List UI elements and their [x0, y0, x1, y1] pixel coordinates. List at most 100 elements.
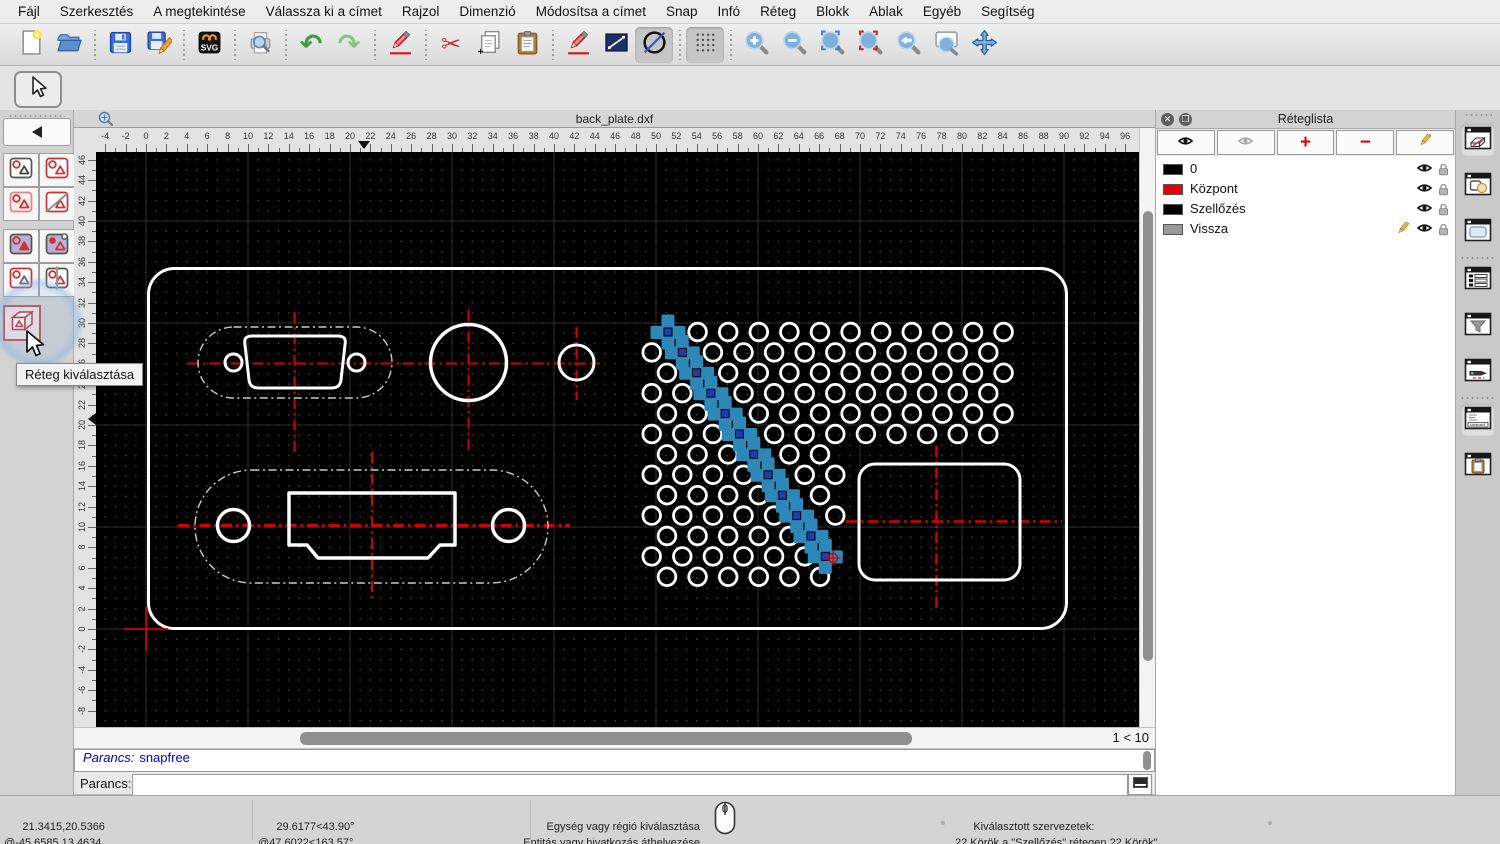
clipboard-panel-dock-button[interactable] — [1461, 450, 1495, 482]
zoom-pan-button[interactable] — [965, 27, 1003, 63]
menu-modosotsa-a-comet[interactable]: Módosítsa a címet — [526, 4, 656, 19]
layer-color-swatch — [1163, 203, 1183, 215]
zoom-selection-button[interactable] — [851, 27, 889, 63]
layer-lock-icon[interactable] — [1438, 183, 1449, 199]
menu-info[interactable]: Infó — [708, 4, 751, 19]
edit-layer-button[interactable] — [1396, 130, 1454, 155]
save-as-button[interactable] — [139, 27, 177, 63]
select-entity-button[interactable] — [3, 153, 39, 187]
save-button[interactable] — [101, 27, 139, 63]
print-preview-button[interactable] — [241, 27, 279, 63]
remove-layer-button[interactable]: − — [1336, 130, 1395, 155]
h-ruler-label: 28 — [426, 131, 437, 141]
zoom-previous-button[interactable] — [889, 27, 927, 63]
invert-selection-button[interactable] — [3, 187, 39, 221]
menu-dimenzio[interactable]: Dimenzió — [449, 4, 525, 19]
zoom-out-icon — [781, 29, 808, 61]
select-tool-button[interactable] — [14, 71, 62, 108]
layer-row-szellozas[interactable]: Szellőzés — [1156, 199, 1455, 219]
layer-row-kozpont[interactable]: Központ — [1156, 179, 1455, 199]
v-ruler-label: -8 — [77, 706, 87, 715]
undo-button[interactable]: ↶ — [292, 27, 330, 63]
pen-palette-dock-button[interactable] — [1461, 356, 1495, 388]
command-history-scrollbar[interactable] — [1143, 751, 1151, 770]
menu-valassza-ki-a-comet[interactable]: Válassza ki a címet — [256, 4, 392, 19]
filter-dock-button[interactable] — [1461, 310, 1495, 342]
draw-pencil-button[interactable] — [559, 27, 597, 63]
zoom-out-button[interactable] — [775, 27, 813, 63]
menu-segotsag[interactable]: Segítség — [971, 4, 1044, 19]
menu-ablak[interactable]: Ablak — [859, 4, 913, 19]
back-button[interactable] — [3, 118, 71, 146]
document-title-bar[interactable]: back_plate.dxf — [74, 110, 1155, 128]
menu-egyab[interactable]: Egyéb — [913, 4, 971, 19]
deselect-window-button[interactable] — [38, 229, 75, 263]
visibility-eye-gray-button[interactable] — [1216, 130, 1275, 155]
layer-visibility-eye-icon[interactable] — [1416, 222, 1433, 237]
layer-visibility-eye-icon[interactable] — [1416, 162, 1433, 177]
keyboard-toggle-button[interactable] — [1128, 773, 1152, 795]
new-file-button[interactable] — [12, 27, 50, 63]
block-list-dock-button[interactable] — [1461, 170, 1495, 202]
layer-lock-icon[interactable] — [1438, 223, 1449, 239]
svg-export-button[interactable]: SVG — [190, 27, 228, 63]
menu-a-megtekintase[interactable]: A megtekintése — [143, 4, 255, 19]
menu-fajl[interactable]: Fájl — [8, 4, 50, 19]
menu-rajzol[interactable]: Rajzol — [392, 4, 450, 19]
vertical-scrollbar-thumb[interactable] — [1142, 211, 1153, 661]
layer-visibility-eye-icon[interactable] — [1416, 182, 1433, 197]
selection-info: Kiválasztott szervezetek: 22 Körök a "Sze… — [955, 821, 1161, 844]
command-widget-dock-button[interactable]: command — [1461, 404, 1495, 436]
menu-blokk[interactable]: Blokk — [806, 4, 859, 19]
paste-button[interactable] — [508, 27, 546, 63]
command-input[interactable] — [132, 773, 1128, 796]
select-window-button[interactable] — [3, 229, 39, 263]
open-folder-button[interactable] — [50, 27, 88, 63]
zoom-in-button[interactable] — [737, 27, 775, 63]
command-input-label: Parancs: — [80, 776, 132, 791]
select-contour-button[interactable] — [3, 263, 39, 297]
drawing-canvas[interactable] — [96, 152, 1139, 727]
horizontal-scrollbar[interactable]: 1 < 10 — [74, 727, 1155, 749]
add-layer-button[interactable]: + — [1276, 130, 1335, 155]
command-widget-icon: command — [1463, 403, 1493, 438]
select-all-button[interactable] — [38, 153, 75, 187]
h-ruler-label: 82 — [977, 131, 988, 141]
cut-icon: ✂ — [440, 30, 462, 58]
select-intersected-button[interactable] — [38, 263, 75, 297]
menu-rateg[interactable]: Réteg — [750, 4, 806, 19]
grid-button[interactable] — [686, 26, 724, 63]
h-ruler-label: 36 — [508, 131, 519, 141]
h-ruler-label: 86 — [1018, 131, 1029, 141]
library-browser-dock-button[interactable] — [1461, 216, 1495, 248]
deselect-all-button[interactable] — [38, 187, 75, 221]
h-ruler-label: 24 — [385, 131, 396, 141]
menu-snap[interactable]: Snap — [656, 4, 708, 19]
redo-button[interactable]: ↷ — [330, 27, 368, 63]
h-ruler-label: 76 — [916, 131, 927, 141]
layer-visibility-eye-icon[interactable] — [1416, 202, 1433, 217]
zoom-selection-icon — [857, 29, 884, 61]
layer-row-0[interactable]: 0 — [1156, 159, 1455, 179]
horizontal-scrollbar-thumb[interactable] — [300, 732, 912, 745]
save-as-icon — [145, 29, 173, 61]
entity-filter-list-dock-button[interactable] — [1461, 264, 1495, 296]
layer-list-dock-button[interactable] — [1461, 124, 1495, 156]
layer-lock-icon[interactable] — [1438, 203, 1449, 219]
dock-handle[interactable] — [1464, 113, 1492, 117]
ortho-rect-button[interactable] — [597, 27, 635, 63]
copy-button[interactable]: + — [470, 27, 508, 63]
cut-button[interactable]: ✂ — [432, 27, 470, 63]
zoom-window-button[interactable] — [927, 27, 965, 63]
mouse-hint: Egység vagy régió kiválasztása Entitás va… — [523, 821, 700, 844]
zoom-auto-button[interactable] — [813, 27, 851, 63]
visibility-eye-button[interactable] — [1157, 130, 1215, 155]
vertical-ruler: -8-6-4-202468101214161820222426283032343… — [74, 152, 96, 727]
draft-circle-button[interactable] — [635, 26, 673, 63]
layer-lock-icon[interactable] — [1438, 163, 1449, 179]
vertical-scrollbar[interactable] — [1139, 128, 1155, 727]
toolbar-separator — [281, 29, 290, 60]
delete-eraser-button[interactable] — [381, 27, 419, 63]
menu-szerkesztas[interactable]: Szerkesztés — [50, 4, 144, 19]
layer-row-vissza[interactable]: Vissza — [1156, 219, 1455, 239]
